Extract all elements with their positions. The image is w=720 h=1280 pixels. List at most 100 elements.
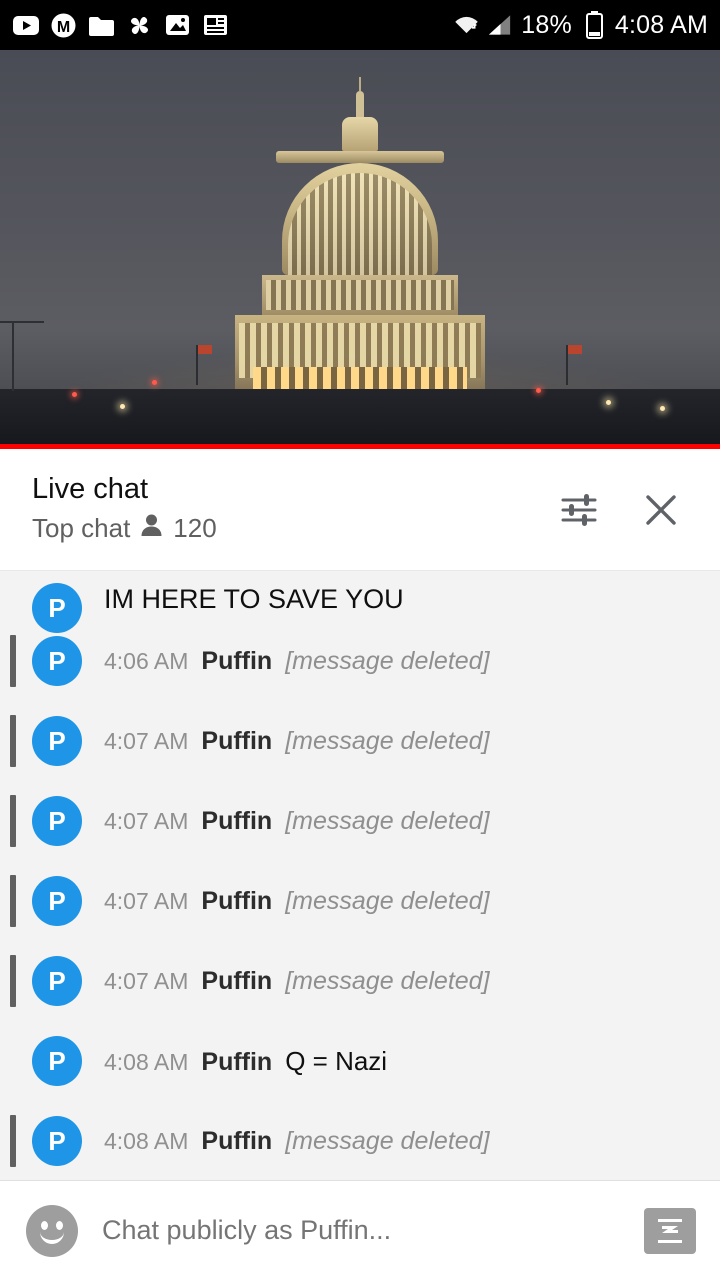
flagpole-left: [196, 345, 212, 385]
message-text: [message deleted]: [285, 726, 490, 755]
white-light-3: [660, 406, 665, 411]
live-video-player[interactable]: [0, 50, 720, 449]
deleted-marker-bar: [10, 955, 16, 1007]
message-author[interactable]: Puffin: [201, 807, 272, 836]
red-light-1: [72, 392, 77, 397]
chat-input[interactable]: [100, 1214, 622, 1247]
avatar[interactable]: P: [32, 876, 82, 926]
message-author[interactable]: Puffin: [201, 1048, 272, 1077]
avatar[interactable]: P: [32, 716, 82, 766]
wifi-icon: [453, 12, 480, 39]
capitol-base: [235, 315, 485, 397]
battery-percent-label: 18%: [521, 10, 572, 39]
folder-icon: [88, 12, 115, 39]
message-text: [message deleted]: [285, 1126, 490, 1155]
deleted-marker-bar: [10, 875, 16, 927]
message-text: [message deleted]: [285, 886, 490, 915]
capitol-statue: [356, 91, 364, 117]
clock-label: 4:08 AM: [614, 10, 708, 39]
status-bar-system-icons: 18% 4:08 AM: [453, 11, 708, 40]
message-timestamp: 4:07 AM: [104, 887, 189, 914]
avatar[interactable]: P: [32, 636, 82, 686]
red-light-3: [536, 388, 541, 393]
video-progress-fill: [0, 444, 720, 449]
emoji-eye-right: [56, 1220, 63, 1230]
list-item[interactable]: P 4:07 AM Puffin [message deleted]: [0, 861, 720, 941]
message-author[interactable]: Puffin: [201, 647, 272, 676]
emoji-mouth: [40, 1230, 64, 1244]
message-text: [message deleted]: [285, 806, 490, 835]
message-timestamp: 4:07 AM: [104, 727, 189, 754]
chat-composer: [0, 1180, 720, 1280]
page-title: Live chat: [32, 473, 149, 506]
message-body: 4:07 AM Puffin [message deleted]: [104, 807, 490, 836]
capitol-drum: [262, 275, 458, 315]
status-bar: M 18% 4:08 AM: [0, 0, 720, 50]
live-chat-message-list[interactable]: P IM HERE TO SAVE YOU P 4:06 AM Puffin […: [0, 571, 720, 1180]
capitol-lantern: [342, 117, 378, 151]
list-item[interactable]: P 4:07 AM Puffin [message deleted]: [0, 701, 720, 781]
video-progress-bar[interactable]: [0, 444, 720, 449]
live-chat-header-actions: [558, 489, 690, 531]
list-item[interactable]: P 4:08 AM Puffin [message deleted]: [0, 1101, 720, 1180]
message-text: Q = Nazi: [285, 1045, 388, 1076]
pinwheel-icon: [126, 12, 153, 39]
close-icon[interactable]: [640, 489, 682, 531]
deleted-marker-bar: [10, 635, 16, 687]
message-author[interactable]: Puffin: [201, 1127, 272, 1156]
message-author[interactable]: Puffin: [201, 727, 272, 756]
capitol-dome: [282, 163, 438, 275]
top-chat-label: Top chat: [32, 512, 131, 543]
image-icon: [164, 12, 191, 39]
message-timestamp: 4:07 AM: [104, 807, 189, 834]
message-body: 4:07 AM Puffin [message deleted]: [104, 727, 490, 756]
send-superchat-icon[interactable]: [644, 1207, 696, 1254]
emoji-icon[interactable]: [26, 1204, 78, 1257]
message-body: 4:08 AM Puffin Q = Nazi: [104, 1046, 387, 1077]
avatar[interactable]: P: [32, 796, 82, 846]
cell-signal-icon: [487, 12, 514, 39]
phone-screen: M 18% 4:08 AM Live chat Top chat 120 P I…: [0, 0, 720, 1280]
flagpole-right: [566, 345, 582, 385]
svg-text:M: M: [57, 19, 70, 36]
live-chat-title-group: Live chat Top chat 120: [32, 473, 558, 545]
chat-settings-icon[interactable]: [558, 489, 600, 531]
list-item[interactable]: P IM HERE TO SAVE YOU: [0, 571, 720, 633]
message-body: 4:07 AM Puffin [message deleted]: [104, 887, 490, 916]
capitol-spire: [359, 77, 361, 91]
message-timestamp: 4:07 AM: [104, 967, 189, 994]
red-light-2: [152, 380, 157, 385]
list-item[interactable]: P 4:08 AM Puffin Q = Nazi: [0, 1021, 720, 1101]
white-light-1: [120, 404, 125, 409]
m-circle-icon: M: [50, 12, 77, 39]
message-body: 4:06 AM Puffin [message deleted]: [104, 647, 490, 676]
live-chat-subtitle[interactable]: Top chat 120: [32, 512, 558, 545]
list-item[interactable]: P 4:07 AM Puffin [message deleted]: [0, 781, 720, 861]
message-body: 4:08 AM Puffin [message deleted]: [104, 1127, 490, 1156]
list-item[interactable]: P 4:06 AM Puffin [message deleted]: [0, 621, 720, 701]
avatar[interactable]: P: [32, 956, 82, 1006]
status-bar-notification-icons: M: [12, 12, 229, 39]
news-icon: [202, 12, 229, 39]
capitol-building: [235, 77, 485, 397]
deleted-marker-bar: [10, 1115, 16, 1167]
person-icon: [139, 512, 164, 545]
message-text: [message deleted]: [285, 646, 490, 675]
message-timestamp: 4:08 AM: [104, 1127, 189, 1154]
deleted-marker-bar: [10, 715, 16, 767]
message-text: [message deleted]: [285, 966, 490, 995]
avatar[interactable]: P: [32, 1116, 82, 1166]
avatar[interactable]: P: [32, 1036, 82, 1086]
message-text: IM HERE TO SAVE YOU: [104, 584, 404, 614]
battery-icon: [581, 11, 608, 39]
message-author[interactable]: Puffin: [201, 887, 272, 916]
capitol-dome-ring: [276, 151, 444, 163]
youtube-icon: [12, 12, 39, 39]
message-author[interactable]: Puffin: [201, 967, 272, 996]
list-item[interactable]: P 4:07 AM Puffin [message deleted]: [0, 941, 720, 1021]
construction-crane: [0, 321, 44, 391]
deleted-marker-bar: [10, 795, 16, 847]
message-timestamp: 4:08 AM: [104, 1048, 189, 1075]
message-timestamp: 4:06 AM: [104, 647, 189, 674]
message-body: 4:07 AM Puffin [message deleted]: [104, 967, 490, 996]
